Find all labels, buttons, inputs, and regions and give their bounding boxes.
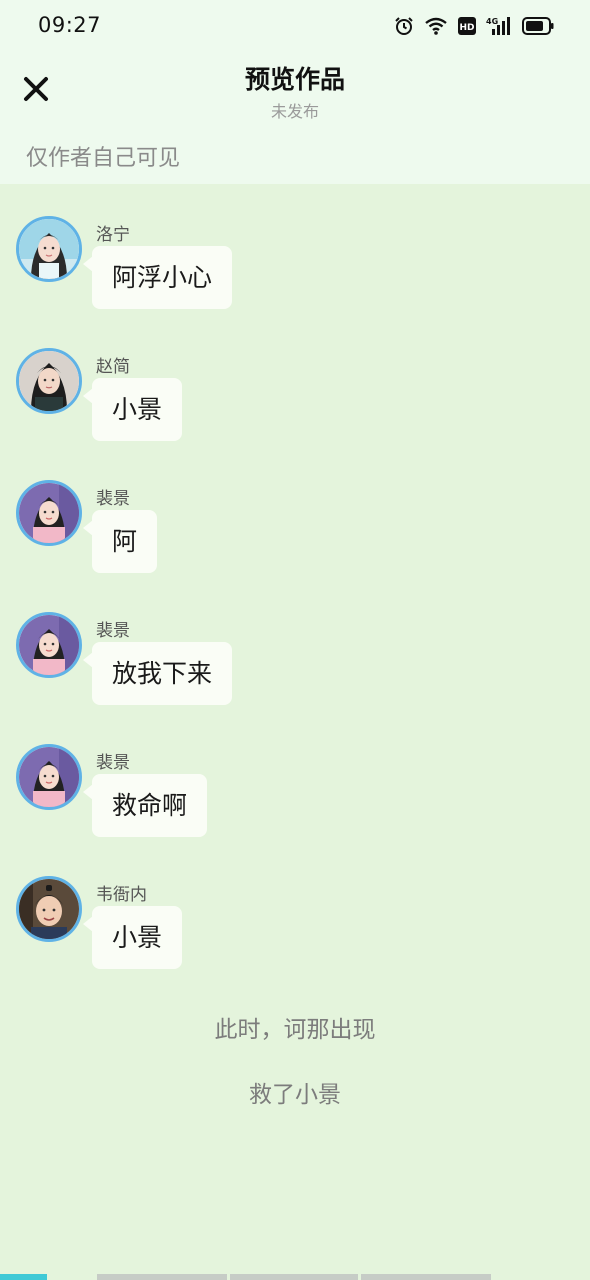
avatar-luoning[interactable] — [16, 216, 82, 282]
sender-name: 洛宁 — [96, 225, 130, 245]
narration-line: 此时，诃那出现 — [214, 1017, 376, 1043]
sender-name: 裴景 — [96, 621, 130, 641]
signal-icon: 4G — [486, 16, 512, 36]
status-bar: 09:27 HD 4G — [0, 0, 590, 52]
sender-name: 裴景 — [96, 753, 130, 773]
sender-name: 裴景 — [96, 489, 130, 509]
header: 预览作品 未发布 — [0, 52, 590, 130]
progress-segment-active — [0, 1274, 47, 1280]
wifi-icon — [424, 16, 448, 36]
message-item: 裴景 放我下来 — [0, 580, 590, 705]
hd-label: HD — [459, 23, 474, 33]
message-bubble: 小景 — [82, 906, 183, 969]
avatar-peijing[interactable] — [16, 744, 82, 810]
progress-segment — [97, 1274, 227, 1280]
message-item: 韦衙内 小景 — [0, 844, 590, 969]
message-item: 赵简 小景 — [0, 316, 590, 441]
avatar-weiyanei[interactable] — [16, 876, 82, 942]
progress-segment — [361, 1274, 491, 1280]
page-title: 预览作品 — [244, 65, 345, 94]
avatar-peijing[interactable] — [16, 480, 82, 546]
progress-segment — [230, 1274, 358, 1280]
narration-line: 救了小景 — [249, 1082, 341, 1108]
message-item: 裴景 救命啊 — [0, 712, 590, 837]
top-area: 09:27 HD 4G 预览作品 未发布 仅作者自己可见 — [0, 0, 590, 184]
status-icons: HD 4G — [394, 14, 554, 38]
message-bubble: 小景 — [82, 378, 183, 441]
message-bubble: 阿浮小心 — [82, 246, 233, 309]
message-bubble: 阿 — [82, 510, 158, 573]
message-item: 洛宁 阿浮小心 — [0, 184, 590, 309]
status-time: 09:27 — [38, 13, 102, 37]
network-label: 4G — [486, 17, 498, 26]
message-item: 裴景 阿 — [0, 448, 590, 573]
message-bubble: 救命啊 — [82, 774, 208, 837]
visibility-note: 仅作者自己可见 — [26, 146, 181, 171]
avatar-zhaojian[interactable] — [16, 348, 82, 414]
publish-status: 未发布 — [270, 102, 319, 121]
message-bubble: 放我下来 — [82, 642, 233, 705]
avatar-peijing[interactable] — [16, 612, 82, 678]
sender-name: 韦衙内 — [96, 885, 147, 905]
sender-name: 赵简 — [96, 357, 130, 377]
battery-icon — [522, 17, 554, 35]
alarm-icon — [394, 16, 414, 36]
hd-icon: HD — [458, 17, 476, 35]
bottom-progress-bar — [0, 1274, 590, 1280]
